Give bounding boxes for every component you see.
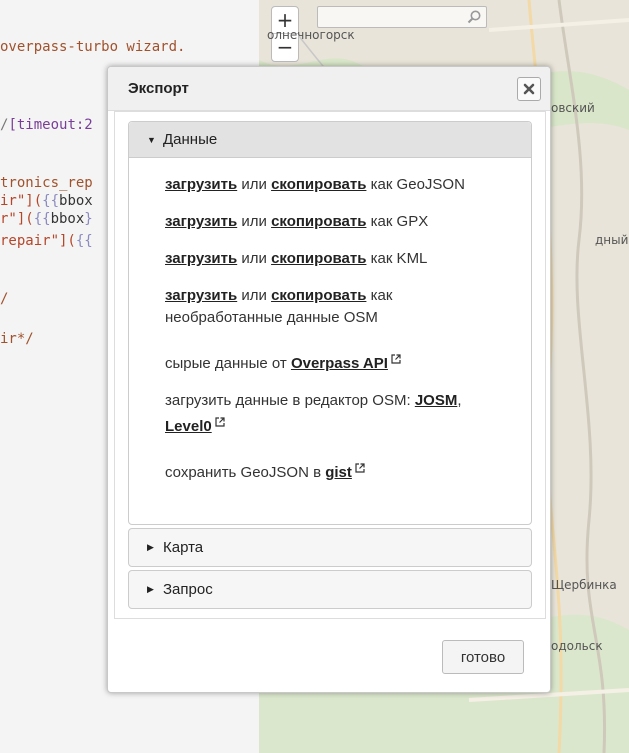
copy-osm-link[interactable]: скопировать: [271, 287, 366, 304]
section-data: ▼ Данные загрузить или скопировать как G…: [128, 121, 532, 525]
dialog-body: ▼ Данные загрузить или скопировать как G…: [114, 111, 546, 619]
section-query-header[interactable]: ▶ Запрос: [129, 571, 531, 607]
dialog-header: Экспорт: [108, 67, 550, 111]
raw-prefix: сырые данные от: [165, 355, 287, 372]
search-icon[interactable]: [466, 9, 482, 29]
code-token: [timeout:2: [8, 117, 93, 133]
download-kml-link[interactable]: загрузить: [165, 250, 237, 267]
dialog-footer: готово: [108, 623, 550, 693]
map-search-input[interactable]: [317, 6, 487, 28]
section-query[interactable]: ▶ Запрос: [128, 570, 532, 609]
code-line: r"]({{bbox}: [0, 210, 93, 228]
triangle-right-icon: ▶: [147, 583, 154, 594]
export-row-kml: загрузить или скопировать как KML: [165, 248, 511, 270]
dialog-title: Экспорт: [128, 80, 189, 97]
triangle-right-icon: ▶: [147, 541, 154, 552]
section-data-content: загрузить или скопировать как GeoJSON за…: [129, 158, 531, 484]
download-geojson-link[interactable]: загрузить: [165, 176, 237, 193]
code-line: tronics_rep: [0, 174, 93, 192]
triangle-down-icon: ▼: [147, 134, 156, 145]
code-token: tronics_rep: [0, 175, 93, 191]
code-token: bbox: [50, 211, 85, 227]
export-row-geojson: загрузить или скопировать как GeoJSON: [165, 174, 511, 196]
or-text: или: [241, 287, 267, 304]
download-osm-link[interactable]: загрузить: [165, 287, 237, 304]
copy-geojson-link[interactable]: скопировать: [271, 176, 366, 193]
export-row-editor: загрузить данные в редактор OSM: JOSM, L…: [165, 392, 462, 435]
export-dialog: Экспорт ▼ Данные загрузить или скопирова…: [107, 66, 551, 693]
section-map-header[interactable]: ▶ Карта: [129, 529, 531, 565]
map-label-krasnogorsk: овский: [551, 101, 595, 115]
download-gpx-link[interactable]: загрузить: [165, 213, 237, 230]
external-link-icon: [355, 458, 365, 480]
code-token: /: [0, 291, 9, 307]
code-line: repair"]({{: [0, 232, 93, 250]
code-line: ir*/: [0, 330, 34, 348]
code-token: {{: [42, 193, 60, 209]
code-token: repair"](: [0, 233, 76, 249]
gist-prefix: сохранить GeoJSON в: [165, 464, 322, 481]
format-text: как KML: [370, 250, 428, 267]
section-map[interactable]: ▶ Карта: [128, 528, 532, 567]
map-label-podolsk: одольск: [551, 639, 603, 653]
code-line: ir"]({{bbox: [0, 192, 93, 210]
export-row-osm: загрузить или скопировать как необработа…: [165, 285, 505, 329]
code-token: }: [84, 211, 93, 227]
overpass-api-link[interactable]: Overpass API: [291, 355, 388, 372]
code-token: overpass-turbo wizard.: [0, 39, 186, 55]
editor-prefix: загрузить данные в редактор OSM:: [165, 392, 411, 409]
code-token: ir"](: [0, 193, 43, 209]
map-label-solnechnogorsk: олнечногорск: [267, 28, 355, 42]
code-token: r"](: [0, 211, 34, 227]
export-row-raw: сырые данные от Overpass API: [165, 349, 511, 375]
external-link-icon: [391, 349, 401, 371]
code-token: {{: [75, 233, 93, 249]
external-link-icon: [215, 412, 225, 434]
section-map-label: Карта: [163, 538, 204, 556]
section-query-label: Запрос: [163, 580, 213, 598]
copy-kml-link[interactable]: скопировать: [271, 250, 366, 267]
gist-link[interactable]: gist: [325, 464, 352, 481]
or-text: или: [241, 250, 267, 267]
section-data-label: Данные: [163, 131, 218, 148]
or-text: или: [241, 213, 267, 230]
format-text: как GPX: [370, 213, 429, 230]
or-text: или: [241, 176, 267, 193]
copy-gpx-link[interactable]: скопировать: [271, 213, 366, 230]
code-line: /: [0, 290, 8, 308]
code-token: ir*/: [0, 331, 34, 347]
done-button[interactable]: готово: [442, 640, 524, 674]
export-row-gpx: загрузить или скопировать как GPX: [165, 211, 511, 233]
level0-link[interactable]: Level0: [165, 418, 212, 435]
code-token: {{: [33, 211, 51, 227]
format-text: как GeoJSON: [370, 176, 465, 193]
close-icon: [523, 83, 535, 95]
close-button[interactable]: [517, 77, 541, 101]
map-label-shcherbinka: Щербинка: [551, 578, 617, 592]
section-data-header[interactable]: ▼ Данные: [129, 122, 531, 158]
code-line: overpass-turbo wizard.: [0, 38, 185, 56]
josm-link[interactable]: JOSM: [415, 392, 458, 409]
export-row-gist: сохранить GeoJSON в gist: [165, 458, 511, 484]
code-line: /[timeout:2: [0, 116, 93, 134]
code-token: bbox: [59, 193, 93, 209]
map-label-yuzhny: дный: [595, 233, 629, 247]
